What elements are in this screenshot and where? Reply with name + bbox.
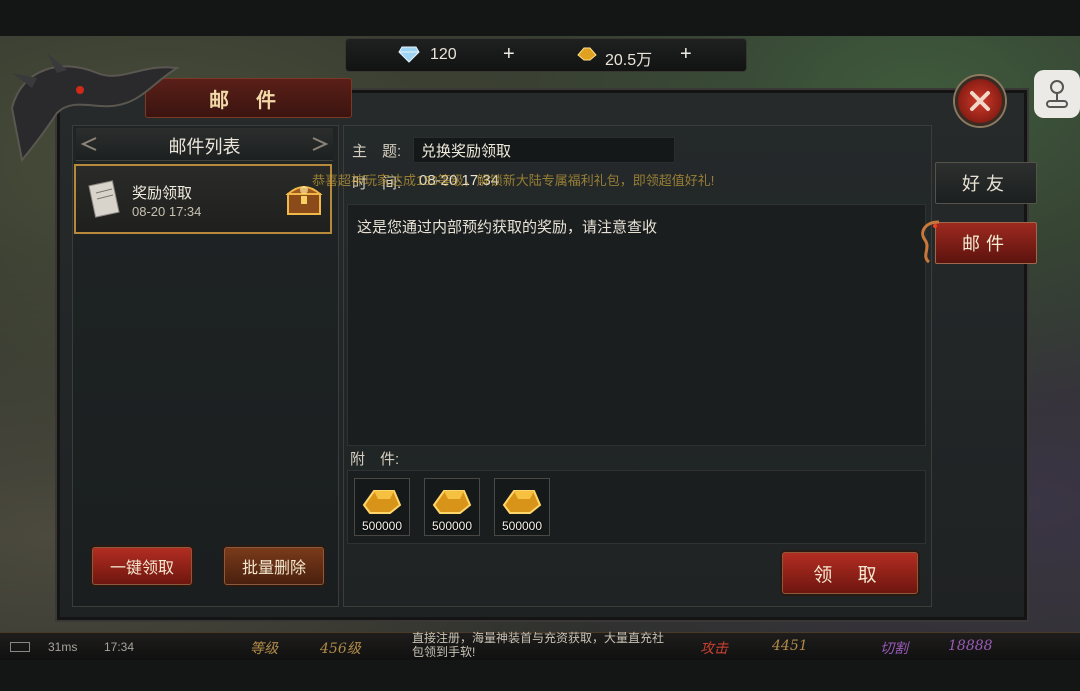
mail-item-subject: 奖励领取 xyxy=(132,185,193,202)
joystick-button[interactable] xyxy=(1034,70,1080,118)
batch-delete-button[interactable]: 批量删除 xyxy=(224,547,324,585)
gold-ingot-icon xyxy=(502,490,542,514)
clock-readout: 17:34 xyxy=(104,640,135,654)
level-label: 等级 xyxy=(250,641,278,657)
gold-ingot-icon xyxy=(362,490,402,514)
tab-mail[interactable]: 邮件 xyxy=(935,222,1037,264)
level-value: 456级 xyxy=(320,641,361,657)
add-diamond-button[interactable]: + xyxy=(503,43,515,66)
cut-value: 18888 xyxy=(948,638,993,654)
joystick-icon xyxy=(1046,80,1068,108)
scrolling-announcement: 恭喜超神玩家达成133等级，解锁新大陆专属福利礼包，即领超值好礼! xyxy=(312,173,715,188)
close-button[interactable] xyxy=(955,76,1005,126)
attachment-slot[interactable]: 500000 xyxy=(354,478,410,536)
close-icon xyxy=(970,91,990,111)
top-system-bar xyxy=(0,0,1080,36)
attachment-slot[interactable]: 500000 xyxy=(424,478,480,536)
subject-value: 兑换奖励领取 xyxy=(421,143,512,160)
gold-ingot-icon xyxy=(576,45,598,68)
diamond-value: 120 xyxy=(430,46,457,63)
battery-icon xyxy=(10,642,30,652)
attachment-count: 500000 xyxy=(431,519,473,533)
mail-body-text: 这是您通过内部预约获取的奖励，请注意查收 xyxy=(357,219,658,236)
claim-all-button[interactable]: 一键领取 xyxy=(92,547,192,585)
mail-list-title: 邮件列表 xyxy=(168,137,241,157)
currency-bar: 120 + 20.5万 + xyxy=(345,38,747,72)
add-gold-button[interactable]: + xyxy=(680,43,692,66)
cut-label: 切割 xyxy=(880,641,908,657)
dragon-tab-ornament-icon xyxy=(921,220,940,264)
mail-list-item[interactable] xyxy=(74,164,332,234)
attachment-count: 500000 xyxy=(501,519,543,533)
claim-button[interactable]: 领 取 xyxy=(782,552,918,594)
tab-friends[interactable]: 好友 xyxy=(935,162,1037,204)
attachments-label: 附 件: xyxy=(350,451,400,468)
bottom-hud: 31ms 17:34 等级 456级 直接注册，海量神装首与充资获取，大量直充社… xyxy=(0,631,1080,661)
attack-value: 4451 xyxy=(772,638,808,654)
gold-ingot-icon xyxy=(432,490,472,514)
attachment-count: 500000 xyxy=(361,519,403,533)
letter-icon xyxy=(88,180,120,218)
mail-body-box xyxy=(347,204,926,446)
diamond-icon xyxy=(398,45,420,68)
ping-readout: 31ms xyxy=(48,640,78,654)
attachment-slot[interactable]: 500000 xyxy=(494,478,550,536)
subject-label: 主 题: xyxy=(352,143,402,160)
gold-value: 20.5万 xyxy=(605,52,653,69)
mail-item-time: 08-20 17:34 xyxy=(132,204,202,219)
attack-label: 攻击 xyxy=(700,641,728,657)
bottom-system-bar xyxy=(0,660,1080,691)
chat-line-2: 包领到手软! xyxy=(412,645,476,659)
